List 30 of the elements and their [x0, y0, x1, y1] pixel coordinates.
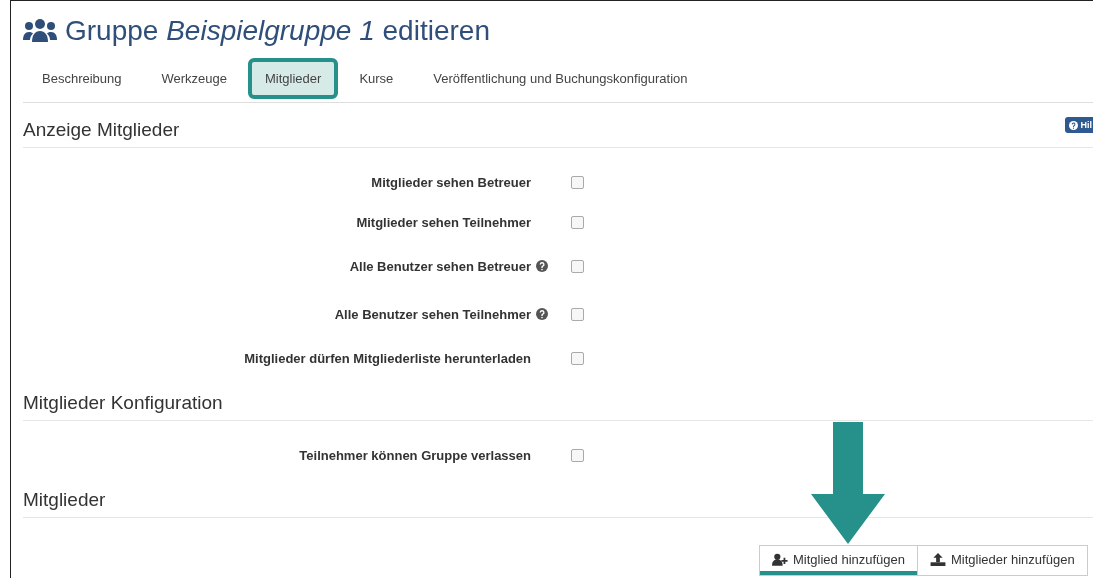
checkbox[interactable]: [571, 259, 584, 273]
option-label: Mitglieder sehen Teilnehmer: [356, 214, 531, 230]
tab[interactable]: Werkzeuge: [142, 58, 246, 99]
section-heading: Anzeige Mitglieder: [23, 119, 180, 141]
tab[interactable]: Kurse: [340, 58, 413, 99]
add-member-button[interactable]: Mitglieder hinzufügen: [918, 545, 1088, 576]
checkbox[interactable]: [571, 175, 584, 189]
upload-icon: [930, 553, 947, 566]
help-icon: [1069, 120, 1079, 130]
tab[interactable]: Beschreibung: [23, 58, 141, 99]
checkbox[interactable]: [571, 307, 584, 321]
section-heading: Mitglieder Konfiguration: [23, 392, 223, 414]
help-button[interactable]: Hil: [1065, 117, 1093, 133]
add-user-icon: [772, 553, 788, 566]
option-label: Mitglieder dürfen Mitgliederliste herunterladen: [244, 350, 531, 366]
option-label: Mitglieder sehen Betreuer: [371, 174, 531, 190]
checkbox[interactable]: [571, 351, 584, 365]
option-label: Teilnehmer können Gruppe verlassen: [299, 447, 531, 463]
help-icon: [536, 308, 548, 320]
help-icon: [536, 260, 548, 272]
page-title: Gruppe Beispielgruppe 1 editieren: [65, 15, 490, 47]
add-member-button[interactable]: Mitglied hinzufügen: [759, 545, 919, 576]
group-icon: [23, 18, 57, 44]
tab[interactable]: Mitglieder: [248, 58, 339, 99]
option-label: Alle Benutzer sehen Betreuer: [349, 258, 531, 274]
checkbox[interactable]: [571, 215, 584, 229]
tab[interactable]: Veröffentlichung und Buchungskonfiguration: [414, 58, 707, 99]
option-label: Alle Benutzer sehen Teilnehmer: [334, 306, 531, 322]
checkbox[interactable]: [571, 448, 584, 462]
section-heading: Mitglieder: [23, 489, 106, 511]
